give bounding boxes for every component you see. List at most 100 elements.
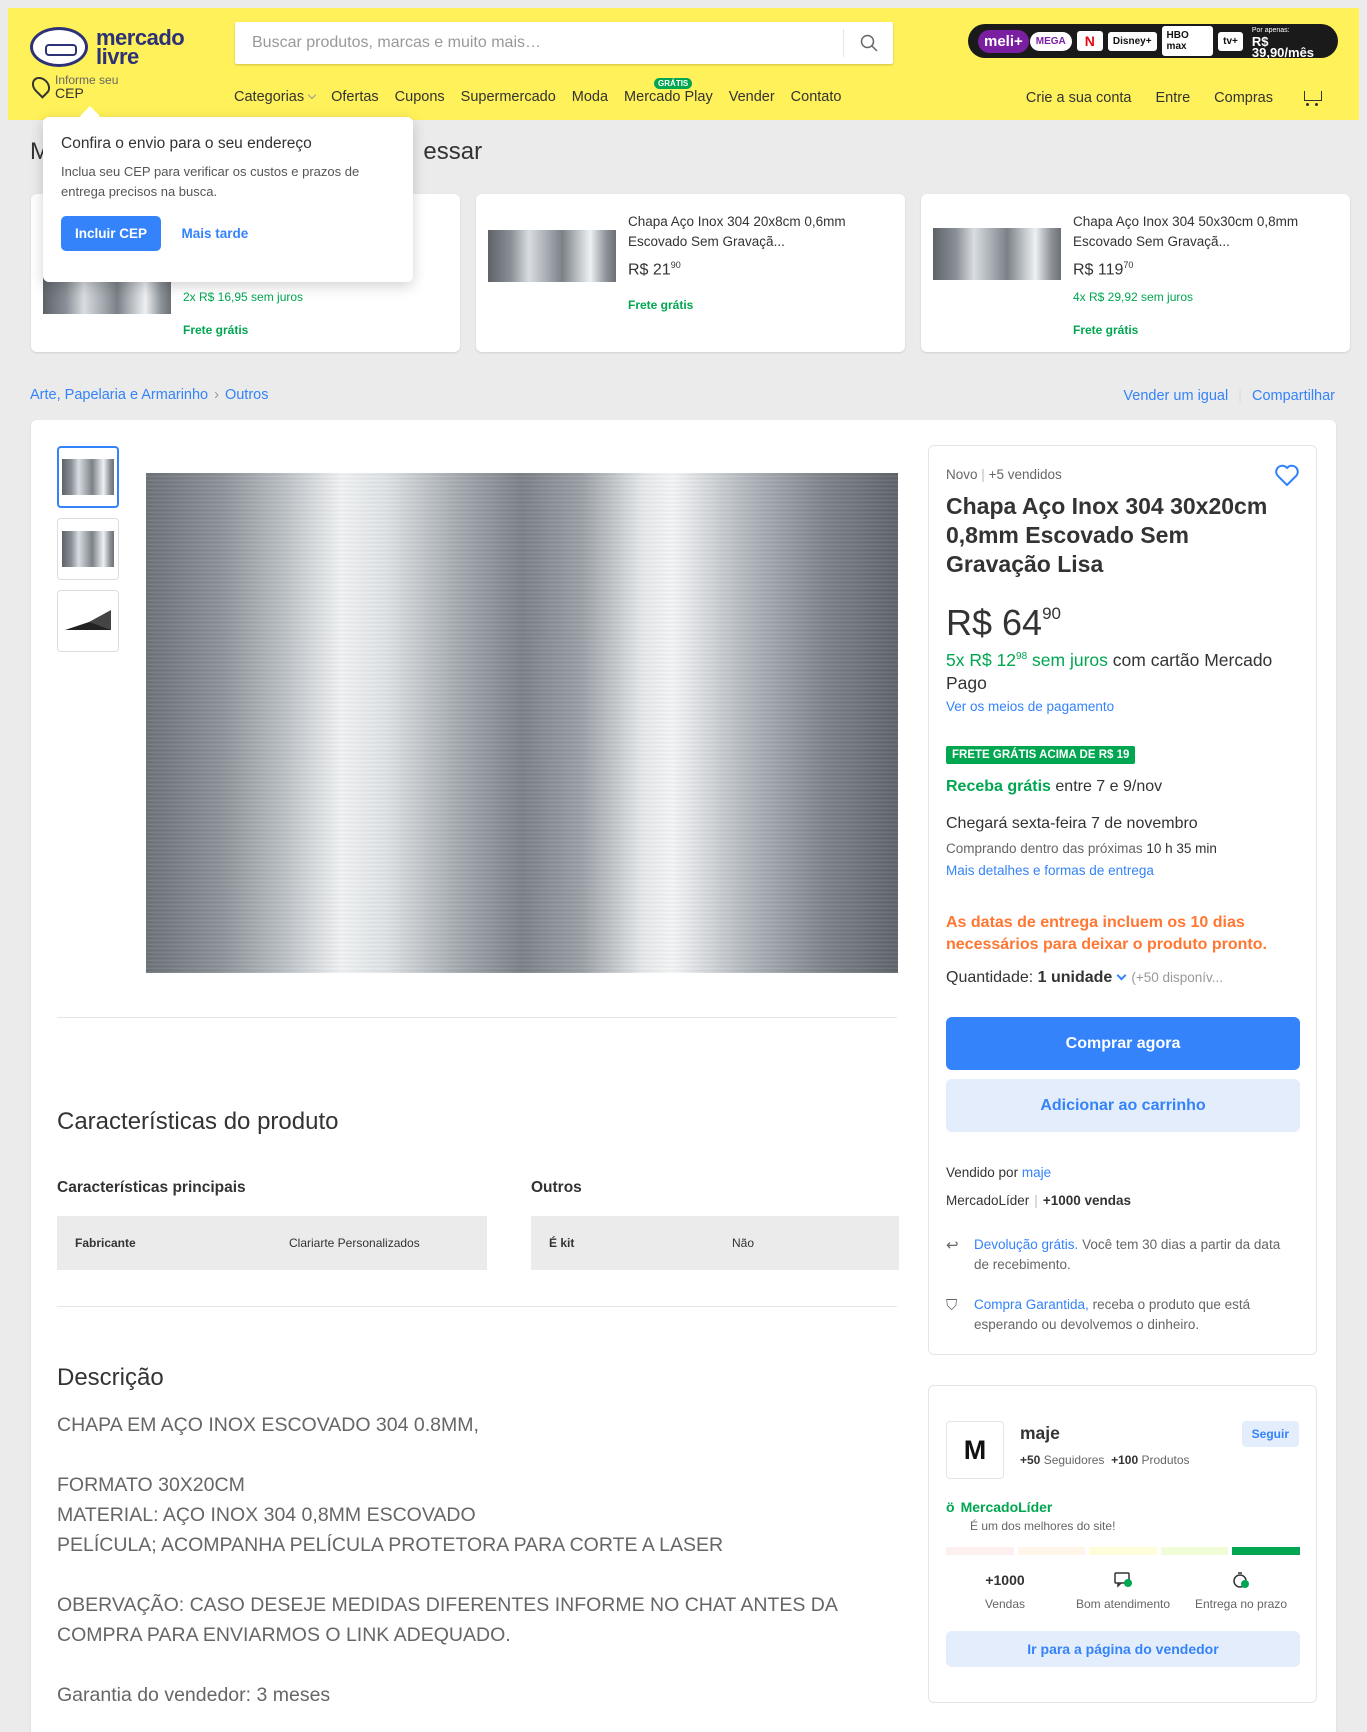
nav-moda[interactable]: Moda [572, 89, 608, 105]
buy-box: Novo | +5 vendidos Chapa Aço Inox 304 30… [928, 445, 1317, 1355]
rec-shipping: Frete grátis [1073, 323, 1139, 337]
thumbnail-3[interactable] [57, 590, 119, 652]
breadcrumb-item[interactable]: Arte, Papelaria e Armarinho [30, 387, 208, 403]
shield-icon: ⛉ [946, 1297, 958, 1314]
spec-row: É kit Não [531, 1216, 899, 1270]
seller-stats: +50 Seguidores +100 Produtos [1020, 1453, 1190, 1467]
seller-metrics: +1000 Vendas Bom atendimento Entrega no … [946, 1569, 1300, 1611]
share-link[interactable]: Compartilhar [1252, 388, 1335, 404]
spec-value: Não [732, 1236, 755, 1250]
disney-logo: Disney+ [1107, 31, 1157, 51]
netflix-logo: N [1076, 31, 1103, 51]
breadcrumb: Arte, Papelaria e Armarinho › Outros [30, 387, 268, 403]
product-title: Chapa Aço Inox 304 30x20cm 0,8mm Escovad… [946, 493, 1268, 577]
seller-name: maje [1020, 1423, 1060, 1443]
description-paragraph: FORMATO 30X20CM MATERIAL: AÇO INOX 304 0… [57, 1474, 724, 1556]
image-thumbnails [57, 446, 119, 652]
sell-similar-link[interactable]: Vender um igual [1123, 388, 1228, 404]
buy-now-button[interactable]: Comprar agora [946, 1017, 1300, 1070]
chat-check-icon [1114, 1572, 1132, 1588]
rec-installments: 4x R$ 29,92 sem juros [1073, 290, 1194, 304]
product-main-image[interactable] [146, 473, 898, 973]
login-link[interactable]: Entre [1156, 90, 1191, 106]
product-thumbnail [933, 228, 1061, 280]
cep-popup: Confira o envio para o seu endereço Incl… [43, 117, 413, 282]
specs-other-title: Outros [531, 1179, 582, 1196]
nav-mercado-play[interactable]: GRÁTIS Mercado Play [624, 78, 713, 105]
heart-icon[interactable] [1274, 463, 1300, 487]
metric-sales: +1000 Vendas [984, 1572, 1026, 1611]
rec-price: R$ 11970 [1073, 260, 1134, 279]
nav-categorias[interactable]: Categorias [234, 89, 317, 105]
share-links: Vender um igual | Compartilhar [1123, 388, 1335, 404]
nav-cupons[interactable]: Cupons [395, 89, 445, 105]
specs-title: Características do produto [57, 1108, 339, 1135]
seller-avatar: M [946, 1421, 1004, 1479]
logo[interactable]: mercado livre [30, 24, 210, 70]
popup-title: Confira o envio para o seu endereço [61, 135, 312, 152]
follow-button[interactable]: Seguir [1241, 1421, 1299, 1447]
mercadolider-subtitle: É um dos melhores do site! [970, 1519, 1116, 1533]
cep-label: CEP [55, 85, 84, 101]
sold-by: Vendido por maje [946, 1165, 1052, 1180]
stopwatch-icon [1233, 1572, 1249, 1588]
nav-contato[interactable]: Contato [791, 89, 842, 105]
handshake-icon [30, 27, 88, 67]
chevron-down-icon [1116, 970, 1127, 981]
product-card: Características do produto Característic… [31, 420, 1336, 1732]
search-bar [235, 22, 893, 64]
metric-service: Bom atendimento [1064, 1569, 1182, 1611]
product-thumbnail [488, 230, 616, 282]
thumbnail-2[interactable] [57, 518, 119, 580]
search-input[interactable] [235, 22, 843, 64]
nav-vender[interactable]: Vender [729, 89, 775, 105]
cep-selector[interactable]: Informe seu CEP [28, 73, 118, 101]
thumbnail-1[interactable] [57, 446, 119, 508]
cart-icon[interactable] [1301, 89, 1323, 107]
search-button[interactable] [843, 29, 893, 57]
condition-sold: Novo | +5 vendidos [946, 467, 1062, 482]
rec-card[interactable]: Chapa Aço Inox 304 20x8cm 0,6mm Escovado… [476, 194, 905, 352]
search-icon [860, 34, 878, 52]
free-shipping-badge: FRETE GRÁTIS ACIMA DE R$ 19 [946, 746, 1136, 764]
breadcrumb-item[interactable]: Outros [225, 387, 269, 403]
installments: 5x R$ 1298 sem juros com cartão Mercado … [946, 649, 1273, 693]
purchases-link[interactable]: Compras [1214, 90, 1273, 106]
add-to-cart-button[interactable]: Adicionar ao carrinho [946, 1079, 1300, 1132]
chevron-down-icon [307, 90, 317, 100]
hbo-logo: HBO max [1161, 26, 1214, 56]
spec-key: Fabricante [75, 1236, 136, 1250]
free-badge: GRÁTIS [654, 78, 693, 89]
divider [57, 1017, 897, 1018]
metric-on-time: Entrega no prazo [1182, 1569, 1300, 1611]
return-link[interactable]: Devolução grátis. [974, 1237, 1078, 1252]
description-paragraph: CHAPA EM AÇO INOX ESCOVADO 304 0.8MM, [57, 1414, 479, 1436]
promo-price: R$ 39,90/mês [1251, 33, 1315, 60]
account-nav: Crie a sua conta Entre Compras [1026, 89, 1323, 107]
arrival-date: Chegará sexta-feira 7 de novembro [946, 815, 1198, 832]
mercadolider-badge: ö MercadoLíder [946, 1499, 1053, 1515]
create-account-link[interactable]: Crie a sua conta [1026, 90, 1132, 106]
nav-ofertas[interactable]: Ofertas [331, 89, 379, 105]
medal-icon: ö [946, 1499, 955, 1515]
mega-label: MEGA [1029, 31, 1072, 51]
meli-plus-banner[interactable]: meli+ MEGA N Disney+ HBO max tv+ Por ape… [968, 24, 1338, 60]
rec-card[interactable]: Chapa Aço Inox 304 50x30cm 0,8mm Escovad… [921, 194, 1350, 352]
return-arrow-icon: ↩ [946, 1237, 959, 1254]
location-pin-icon [28, 73, 54, 99]
rec-shipping: Frete grátis [183, 323, 249, 337]
main-nav: Categorias Ofertas Cupons Supermercado M… [234, 78, 842, 105]
nav-supermercado[interactable]: Supermercado [461, 89, 556, 105]
payment-methods-link[interactable]: Ver os meios de pagamento [946, 699, 1114, 714]
description-paragraph: OBERVAÇÃO: CASO DESEJE MEDIDAS DIFERENTE… [57, 1594, 837, 1646]
later-button[interactable]: Mais tarde [181, 226, 248, 241]
seller-page-button[interactable]: Ir para a página do vendedor [946, 1631, 1300, 1667]
delivery-details-link[interactable]: Mais detalhes e formas de entrega [946, 863, 1154, 878]
include-cep-button[interactable]: Incluir CEP [61, 216, 162, 251]
seller-link[interactable]: maje [1022, 1165, 1051, 1180]
description-title: Descrição [57, 1364, 164, 1391]
guarantee-link[interactable]: Compra Garantida, [974, 1297, 1089, 1312]
quantity-selector[interactable]: Quantidade: 1 unidade (+50 disponív... [946, 969, 1223, 987]
buy-within: Comprando dentro das próximas 10 h 35 mi… [946, 841, 1217, 856]
top-header: mercado livre meli+ MEGA N Disney+ HBO m… [8, 8, 1359, 120]
